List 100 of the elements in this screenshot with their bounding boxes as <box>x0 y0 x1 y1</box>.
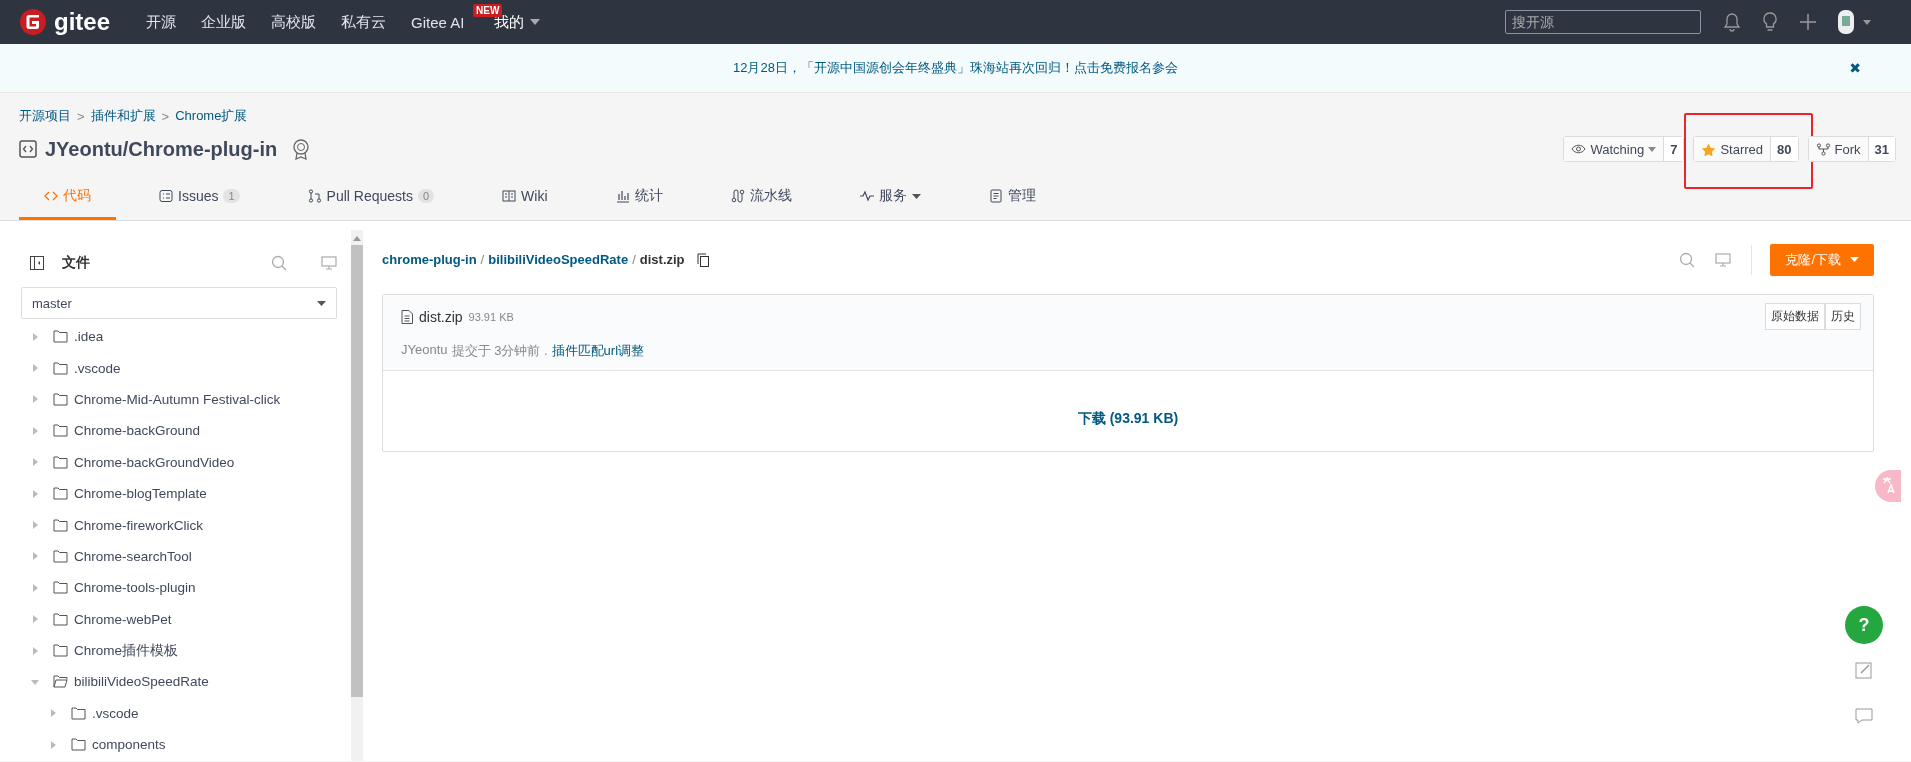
caret-icon <box>530 19 541 25</box>
nav-link[interactable]: 企业版 <box>201 12 246 32</box>
tree-item[interactable]: Chrome-backGround <box>21 415 337 447</box>
folder-icon <box>71 738 86 752</box>
issue-icon <box>159 189 173 203</box>
tree-item[interactable]: .vscode <box>21 352 337 384</box>
chat-icon <box>1855 708 1873 724</box>
file-name: dist.zip <box>419 308 463 325</box>
caret-icon <box>1850 257 1859 262</box>
star-button[interactable]: Starred <box>1694 137 1772 161</box>
tree-item[interactable]: Chrome-fireworkClick <box>21 509 337 541</box>
folder-icon <box>53 487 68 501</box>
file-icon <box>401 309 413 324</box>
award-icon <box>291 138 312 160</box>
search-field[interactable]: 搜开源 <box>1505 10 1701 34</box>
nav-link[interactable]: 私有云 <box>341 12 386 32</box>
tree-item[interactable]: Chrome-webPet <box>21 603 337 635</box>
folder-icon <box>53 612 68 626</box>
breadcrumb-separator: > <box>77 108 85 124</box>
chart-icon <box>615 189 630 203</box>
commit-time: 提交于 3分钟前 . <box>451 342 548 360</box>
star-count[interactable]: 80 <box>1771 137 1798 161</box>
edit-icon <box>1855 661 1873 679</box>
pull-request-icon <box>307 189 322 203</box>
breadcrumb-link[interactable]: Chrome扩展 <box>175 107 248 125</box>
history-button[interactable]: 历史 <box>1825 303 1861 330</box>
tab[interactable]: Issues 1 <box>134 177 265 220</box>
raw-button[interactable]: 原始数据 <box>1765 303 1825 330</box>
path-link[interactable]: bilibiliVideoSpeedRate <box>488 252 629 267</box>
sidebar-title: 文件 <box>62 254 90 272</box>
breadcrumb-link[interactable]: 插件和扩展 <box>90 107 156 125</box>
count-badge: 0 <box>418 189 435 203</box>
folder-icon <box>53 392 68 406</box>
nav-link[interactable]: Gitee AI <box>411 13 465 31</box>
fork-count[interactable]: 31 <box>1868 137 1895 161</box>
tree-item[interactable]: Chrome-backGroundVideo <box>21 446 337 478</box>
pulse-icon <box>859 189 874 203</box>
folder-icon <box>53 455 68 469</box>
tree-item[interactable]: Chrome-Mid-Autumn Festival-click <box>21 383 337 416</box>
lightbulb-icon <box>1761 11 1779 33</box>
breadcrumb-separator: > <box>161 108 170 124</box>
tree-item[interactable]: Chrome-searchTool <box>21 540 337 573</box>
tab[interactable]: Pull Requests 0 <box>282 177 460 220</box>
code-icon <box>44 189 58 203</box>
path-separator: / <box>632 252 636 267</box>
watch-count[interactable]: 7 <box>1664 137 1684 161</box>
folder-icon <box>53 644 68 658</box>
tab[interactable]: 服务 <box>834 177 946 220</box>
breadcrumb-link[interactable]: 开源项目 <box>19 107 71 125</box>
folder-icon <box>53 518 68 532</box>
code-repo-icon <box>19 140 37 158</box>
monitor-icon <box>1715 252 1732 267</box>
tab[interactable]: 流水线 <box>705 177 817 220</box>
announcement-link[interactable]: 12月28日，「开源中国源创会年终盛典」珠海站再次回归！点击免费报名参会 <box>733 59 1178 77</box>
download-link[interactable]: 下载 (93.91 KB) <box>1077 410 1179 428</box>
translate-icon <box>1875 470 1901 502</box>
monitor-icon <box>321 256 337 270</box>
tree-item[interactable]: Chrome-tools-plugin <box>21 572 337 604</box>
nav-link[interactable]: 开源 <box>146 12 176 32</box>
tab[interactable]: 管理 <box>963 177 1061 220</box>
folder-icon <box>53 424 68 438</box>
tab[interactable]: Wiki <box>477 177 573 220</box>
path-link[interactable]: chrome-plug-in <box>382 252 477 267</box>
avatar-icon <box>1837 9 1855 35</box>
eye-icon <box>1571 142 1587 156</box>
folder-icon <box>53 581 68 595</box>
gitee-logo[interactable]: gitee <box>20 8 110 36</box>
tree-item[interactable]: .idea <box>21 321 337 353</box>
repo-title[interactable]: JYeontu/Chrome-plug-in <box>45 137 278 161</box>
folder-icon <box>53 330 68 344</box>
tree-item[interactable]: Chrome-blogTemplate <box>21 477 337 510</box>
tree-item[interactable]: bilibiliVideoSpeedRate <box>21 666 337 698</box>
open-folder-icon <box>53 675 68 689</box>
tab[interactable]: 统计 <box>590 177 688 220</box>
pipeline-icon <box>730 189 745 203</box>
commit-link[interactable]: 插件匹配url调整 <box>551 342 645 360</box>
branch-select[interactable]: master <box>21 287 337 319</box>
clipboard-icon <box>988 189 1003 203</box>
watch-button[interactable]: Watching <box>1564 137 1665 161</box>
folder-icon <box>53 549 68 563</box>
search-icon <box>1679 251 1696 268</box>
scrollbar-thumb[interactable] <box>351 245 363 697</box>
search-icon <box>271 255 287 271</box>
nav-link[interactable]: 高校版 <box>271 12 316 32</box>
copy-icon <box>696 252 709 267</box>
tree-item[interactable]: .vscode <box>21 697 337 730</box>
folder-icon <box>71 706 86 720</box>
folder-icon <box>53 361 68 375</box>
close-button[interactable]: ✖ <box>1849 60 1861 76</box>
file-size: 93.91 KB <box>468 310 514 323</box>
new-badge: NEW <box>473 3 503 17</box>
caret-icon <box>911 193 921 199</box>
caret-icon <box>1863 19 1871 25</box>
star-icon <box>1701 142 1717 156</box>
tree-item[interactable]: Chrome插件模板 <box>21 634 337 667</box>
author-link[interactable]: JYeontu <box>401 342 448 360</box>
tree-item[interactable]: components <box>21 729 337 761</box>
fork-button[interactable]: Fork <box>1808 137 1869 161</box>
plus-icon <box>1799 13 1817 31</box>
logo-icon <box>20 9 46 35</box>
